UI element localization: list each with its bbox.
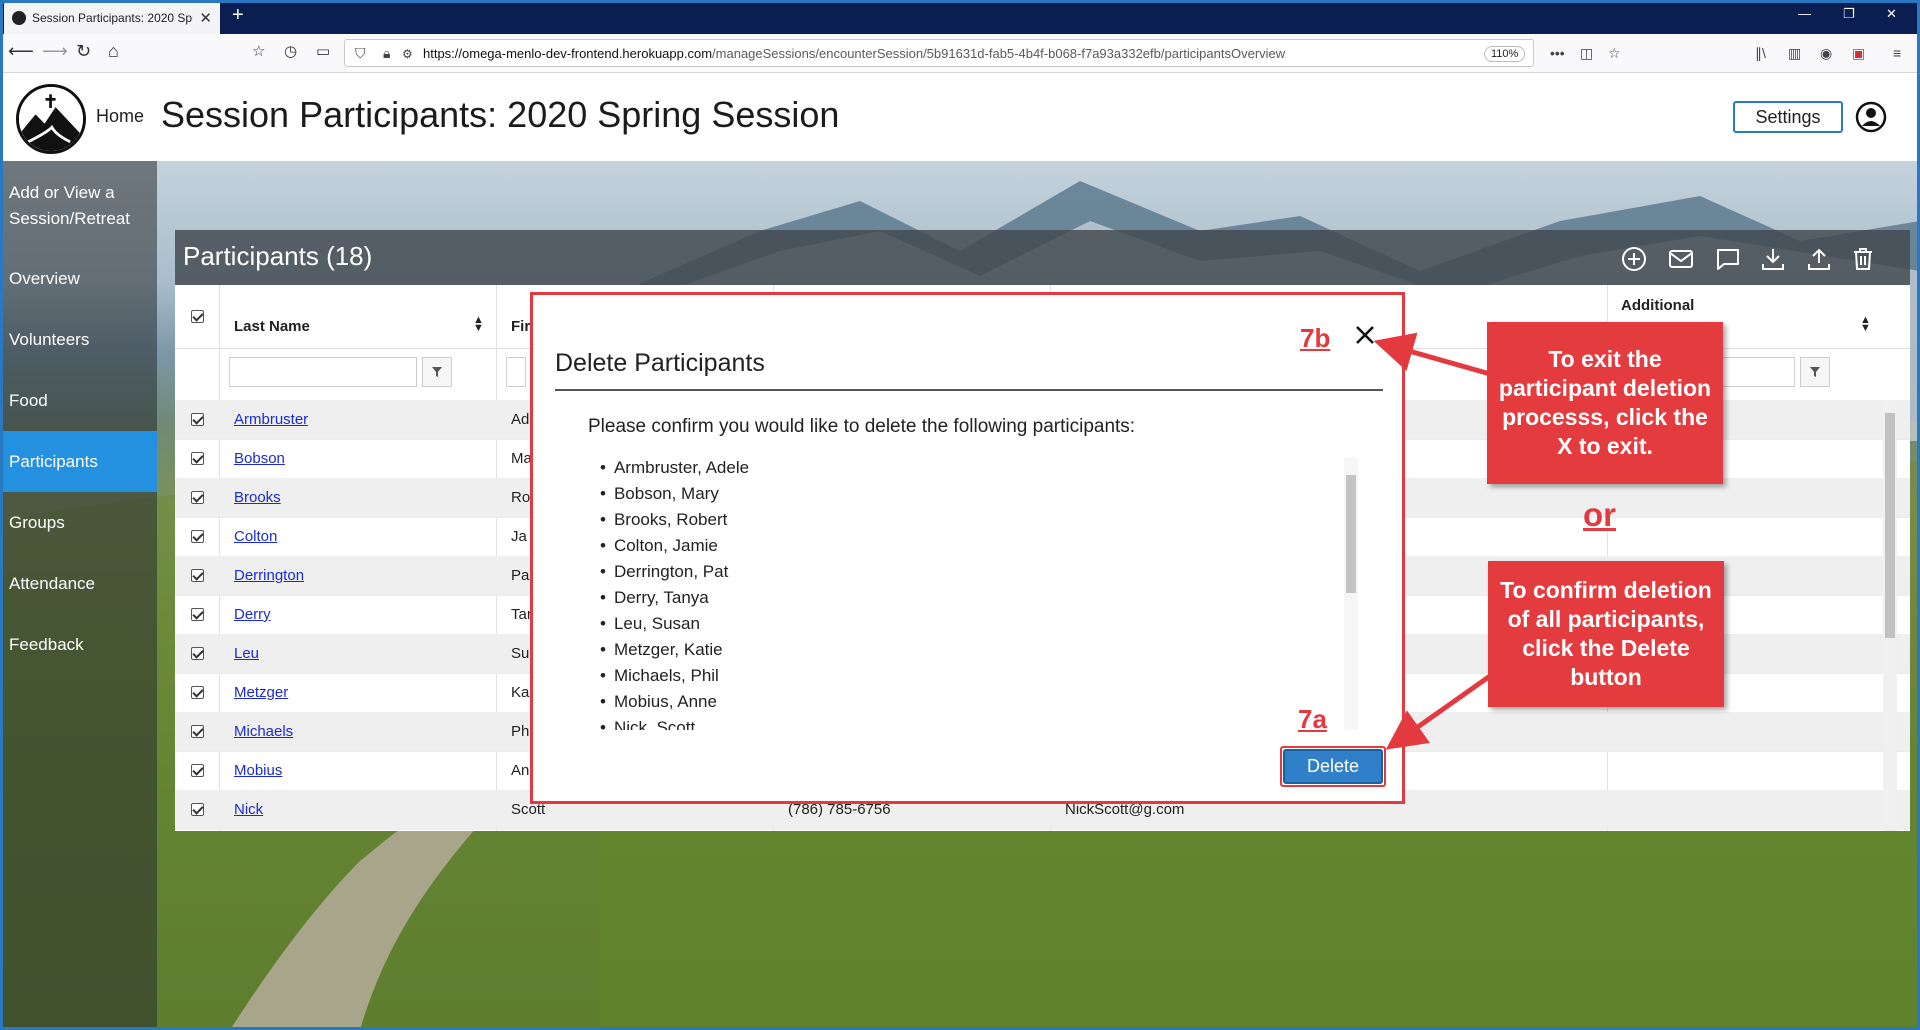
arrow-to-close bbox=[1373, 332, 1491, 377]
annotation-arrows bbox=[1373, 332, 1492, 750]
arrow-to-delete bbox=[1385, 673, 1492, 750]
